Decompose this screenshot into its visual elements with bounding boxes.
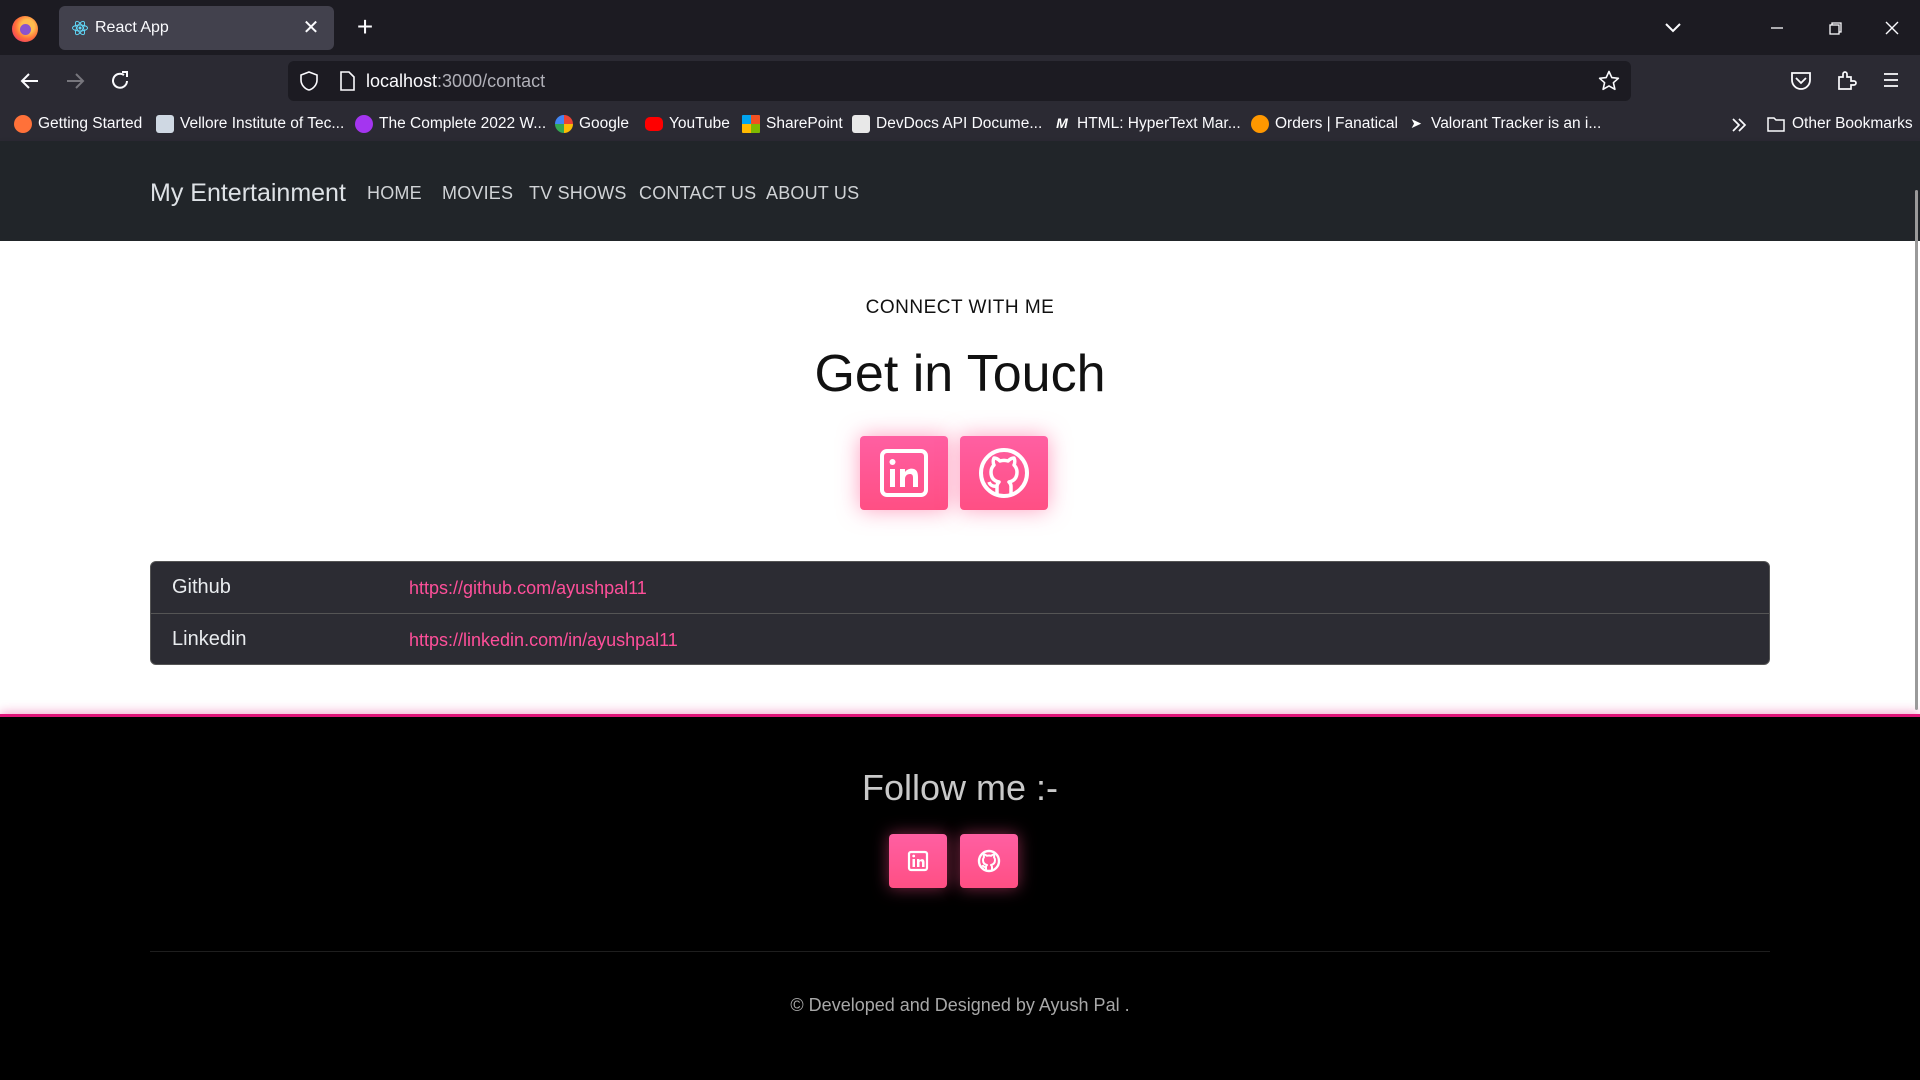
menu-icon[interactable] [1876,65,1906,95]
page-title: Get in Touch [814,345,1106,403]
bookmark-label: Getting Started [38,115,143,132]
linkedin-icon [880,449,928,497]
tab-title: React App [95,19,169,36]
browser-tab[interactable]: React App ✕ [59,6,334,50]
vit-icon [156,115,174,133]
close-tab-icon[interactable]: ✕ [298,15,324,41]
nav-link-tv-shows[interactable]: TV SHOWS [529,183,627,204]
bookmark-label: SharePoint [766,115,843,132]
bookmark-label: Google [579,115,629,132]
firefox-icon[interactable] [12,16,38,42]
fanatical-icon [1251,115,1269,133]
bookmark-label: Orders | Fanatical [1275,115,1398,132]
minimize-icon[interactable] [1760,11,1794,45]
footer-github-button[interactable] [960,834,1018,888]
bookmark-item[interactable]: DevDocs API Docume... [852,113,1042,135]
shield-icon[interactable] [298,70,320,92]
site-brand[interactable]: My Entertainment [150,179,346,208]
bookmark-item[interactable]: YouTube [645,113,730,135]
other-bookmarks-label: Other Bookmarks [1792,115,1913,132]
url-host: localhost [366,71,438,91]
bookmark-label: The Complete 2022 W... [379,115,547,132]
nav-link-about-us[interactable]: ABOUT US [766,183,859,204]
contact-label: Github [172,576,231,598]
udemy-icon [355,115,373,133]
bookmark-item[interactable]: Vellore Institute of Tec... [156,113,344,135]
pocket-icon[interactable] [1786,65,1816,95]
copyright-text: © Developed and Designed by Ayush Pal . [790,995,1130,1015]
site-footer: Follow me :- © Developed and Designed by… [0,714,1920,1080]
extensions-icon[interactable] [1831,65,1861,95]
url-path: :3000/contact [437,71,546,91]
forward-arrow-icon[interactable] [58,64,92,98]
bookmark-item[interactable]: ➤ Valorant Tracker is an i... [1407,113,1601,135]
address-bar[interactable]: localhost:3000/contact [288,61,1631,101]
restore-icon[interactable] [1818,11,1852,45]
new-tab-button[interactable]: + [349,12,381,44]
bookmark-star-icon[interactable] [1597,69,1621,93]
nav-link-movies[interactable]: MOVIES [442,183,513,204]
page-info-icon[interactable] [336,70,358,92]
bookmark-item[interactable]: Getting Started [14,113,142,135]
table-row: Linkedin https://linkedin.com/in/ayushpa… [151,613,1769,664]
nav-link-home[interactable]: HOME [367,183,422,204]
chevron-down-icon[interactable] [1658,13,1688,43]
firefox-icon [14,115,32,133]
bookmark-item[interactable]: Orders | Fanatical [1251,113,1398,135]
linkedin-link[interactable]: https://linkedin.com/in/ayushpal11 [409,630,678,651]
react-icon [72,20,88,36]
mdn-icon: M [1056,115,1068,131]
contact-section: CONNECT WITH ME Get in Touch Github http… [0,241,1920,714]
page-scrollbar[interactable] [1915,190,1918,710]
github-button[interactable] [960,436,1048,510]
double-chevron-icon[interactable] [1728,114,1750,136]
section-eyebrow: CONNECT WITH ME [865,297,1055,318]
back-arrow-icon[interactable] [13,64,47,98]
bookmark-item[interactable]: SharePoint [742,113,843,135]
footer-divider [150,951,1770,952]
site-navbar: My Entertainment HOME MOVIES TV SHOWS CO… [0,141,1920,241]
reload-icon[interactable] [103,64,137,98]
follow-heading: Follow me :- [861,767,1059,808]
bookmark-label: Vellore Institute of Tec... [180,115,345,132]
footer-linkedin-button[interactable] [889,834,947,888]
github-link[interactable]: https://github.com/ayushpal11 [409,578,647,599]
folder-icon [1767,117,1785,132]
browser-toolbar: localhost:3000/contact [0,55,1920,107]
github-icon [977,849,1001,873]
bookmark-label: YouTube [669,115,730,132]
nav-link-contact-us[interactable]: CONTACT US [639,183,756,204]
bookmark-item[interactable]: Google [555,113,629,135]
bookmark-label: HTML: HyperText Mar... [1077,115,1241,132]
browser-tab-bar: React App ✕ + [0,0,1920,55]
bookmark-label: Valorant Tracker is an i... [1431,115,1602,132]
bookmark-label: DevDocs API Docume... [876,115,1043,132]
contact-label: Linkedin [172,628,247,650]
table-row: Github https://github.com/ayushpal11 [151,562,1769,613]
youtube-icon [645,117,663,131]
close-window-icon[interactable] [1875,11,1909,45]
bookmarks-bar: Getting Started Vellore Institute of Tec… [0,107,1920,141]
other-bookmarks[interactable]: Other Bookmarks [1766,113,1913,135]
devdocs-icon [852,115,870,133]
bookmark-item[interactable]: M HTML: HyperText Mar... [1053,113,1241,135]
url-text[interactable]: localhost:3000/contact [366,71,545,92]
sharepoint-icon [742,115,760,133]
contact-table: Github https://github.com/ayushpal11 Lin… [150,561,1770,665]
linkedin-button[interactable] [860,436,948,510]
bookmark-item[interactable]: The Complete 2022 W... [355,113,546,135]
valorant-icon: ➤ [1410,115,1422,131]
google-icon [555,115,573,133]
github-icon [979,448,1029,498]
linkedin-icon [907,850,929,872]
